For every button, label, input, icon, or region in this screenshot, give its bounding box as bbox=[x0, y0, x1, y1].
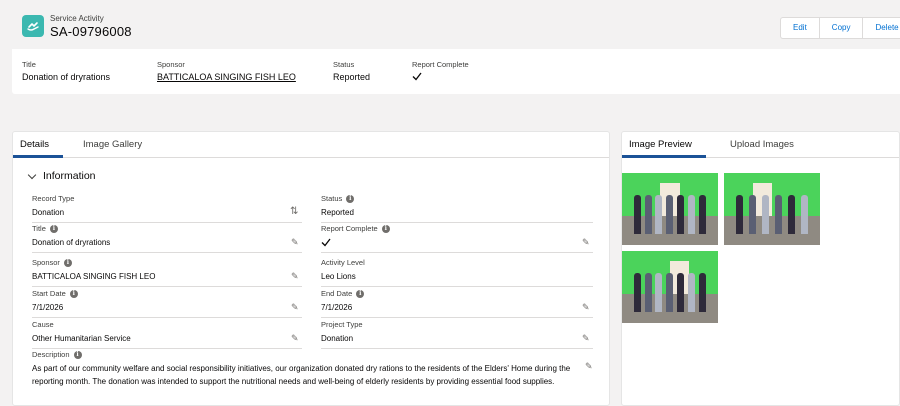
highlight-title-value: Donation of dryrations bbox=[22, 72, 111, 82]
highlight-status-value: Reported bbox=[333, 72, 371, 82]
image-thumbnail[interactable] bbox=[622, 251, 718, 323]
delete-button[interactable]: Delete bbox=[863, 18, 900, 38]
field-description: Description i As part of our community w… bbox=[32, 350, 594, 388]
field-start-date: Start Date i 7/1/2026 ✎ bbox=[32, 289, 302, 318]
edit-button[interactable]: Edit bbox=[781, 18, 820, 38]
pencil-icon[interactable]: ✎ bbox=[582, 334, 591, 343]
highlight-sponsor: Sponsor BATTICALOA SINGING FISH LEO bbox=[157, 60, 296, 82]
highlight-report-label: Report Complete bbox=[412, 60, 469, 69]
details-card: Details Image Gallery Information Record… bbox=[12, 131, 610, 406]
field-value: 7/1/2026 bbox=[321, 303, 353, 312]
tab-details[interactable]: Details bbox=[20, 139, 49, 150]
field-report-complete: Report Complete i ✎ bbox=[321, 224, 593, 253]
tab-image-preview[interactable]: Image Preview bbox=[629, 139, 692, 150]
field-label: Title bbox=[32, 224, 46, 233]
info-icon[interactable]: i bbox=[346, 194, 355, 203]
field-label: Activity Level bbox=[321, 258, 365, 267]
field-title: Title i Donation of dryrations ✎ bbox=[32, 224, 302, 253]
highlight-report-complete: Report Complete bbox=[412, 60, 469, 83]
field-label: Sponsor bbox=[32, 258, 60, 267]
info-icon[interactable]: i bbox=[63, 258, 72, 267]
image-tabs: Image Preview Upload Images bbox=[622, 132, 899, 158]
copy-button[interactable]: Copy bbox=[820, 18, 864, 38]
field-label: End Date bbox=[321, 289, 353, 298]
field-end-date: End Date i 7/1/2026 ✎ bbox=[321, 289, 593, 318]
field-label: Report Complete bbox=[321, 224, 378, 233]
field-label: Start Date bbox=[32, 289, 66, 298]
image-card: Image Preview Upload Images bbox=[621, 131, 900, 406]
image-thumbnail[interactable] bbox=[622, 173, 718, 245]
object-label: Service Activity bbox=[50, 14, 104, 23]
pencil-icon[interactable]: ✎ bbox=[291, 334, 300, 343]
field-cause: Cause Other Humanitarian Service ✎ bbox=[32, 320, 302, 349]
info-icon[interactable]: i bbox=[356, 289, 365, 298]
field-record-type: Record Type Donation ⇅ bbox=[32, 194, 302, 223]
action-button-group: Edit Copy Delete bbox=[780, 17, 900, 39]
details-tabs: Details Image Gallery bbox=[13, 132, 609, 158]
info-icon[interactable]: i bbox=[49, 224, 58, 233]
field-label: Status bbox=[321, 194, 343, 203]
record-header: Service Activity SA-09796008 Edit Copy D… bbox=[12, 10, 900, 94]
field-value: Donation bbox=[321, 334, 354, 343]
field-label: Project Type bbox=[321, 320, 363, 329]
info-icon[interactable]: i bbox=[73, 350, 82, 359]
info-icon[interactable]: i bbox=[69, 289, 78, 298]
field-label: Record Type bbox=[32, 194, 75, 203]
highlight-sponsor-link[interactable]: BATTICALOA SINGING FISH LEO bbox=[157, 72, 296, 82]
pencil-icon[interactable]: ✎ bbox=[291, 272, 300, 281]
active-tab-indicator bbox=[13, 155, 63, 158]
field-label: Cause bbox=[32, 320, 54, 329]
field-value: As part of our community welfare and soc… bbox=[32, 364, 571, 386]
section-title: Information bbox=[43, 170, 96, 182]
field-sponsor: Sponsor i BATTICALOA SINGING FISH LEO ✎ bbox=[32, 258, 302, 287]
highlight-sponsor-label: Sponsor bbox=[157, 60, 185, 69]
field-value: Leo Lions bbox=[321, 272, 356, 281]
highlight-status-label: Status bbox=[333, 60, 355, 69]
checkmark-icon bbox=[321, 238, 593, 249]
pencil-icon[interactable]: ✎ bbox=[582, 238, 591, 247]
tab-image-gallery[interactable]: Image Gallery bbox=[83, 139, 142, 150]
field-label: Description bbox=[32, 350, 70, 359]
sponsor-link[interactable]: BATTICALOA SINGING FISH LEO bbox=[32, 272, 302, 281]
field-status: Status i Reported bbox=[321, 194, 593, 223]
chevron-down-icon bbox=[27, 170, 37, 179]
field-value: Reported bbox=[321, 208, 354, 217]
highlight-status: Status Reported bbox=[333, 60, 370, 82]
active-tab-indicator bbox=[622, 155, 706, 158]
record-number: SA-09796008 bbox=[50, 24, 132, 39]
header-top-bar bbox=[12, 10, 900, 49]
field-value: Other Humanitarian Service bbox=[32, 334, 131, 343]
pencil-icon[interactable]: ✎ bbox=[291, 238, 300, 247]
field-project-type: Project Type Donation ✎ bbox=[321, 320, 593, 349]
pencil-icon[interactable]: ✎ bbox=[585, 362, 594, 371]
info-icon[interactable]: i bbox=[381, 224, 390, 233]
field-value: Donation bbox=[32, 208, 65, 217]
field-value: 7/1/2026 bbox=[32, 303, 64, 312]
image-thumbnail[interactable] bbox=[724, 173, 820, 245]
service-activity-icon bbox=[22, 15, 44, 37]
field-value: Donation of dryrations bbox=[32, 238, 111, 247]
section-information-toggle[interactable]: Information bbox=[27, 170, 96, 182]
swap-icon[interactable]: ⇅ bbox=[290, 207, 300, 217]
pencil-icon[interactable]: ✎ bbox=[582, 303, 591, 312]
tab-upload-images[interactable]: Upload Images bbox=[730, 139, 794, 150]
highlight-title-label: Title bbox=[22, 60, 36, 69]
highlight-title: Title Donation of dryrations bbox=[22, 60, 110, 82]
pencil-icon[interactable]: ✎ bbox=[291, 303, 300, 312]
field-activity-level: Activity Level Leo Lions bbox=[321, 258, 593, 287]
checkmark-icon bbox=[412, 72, 469, 83]
